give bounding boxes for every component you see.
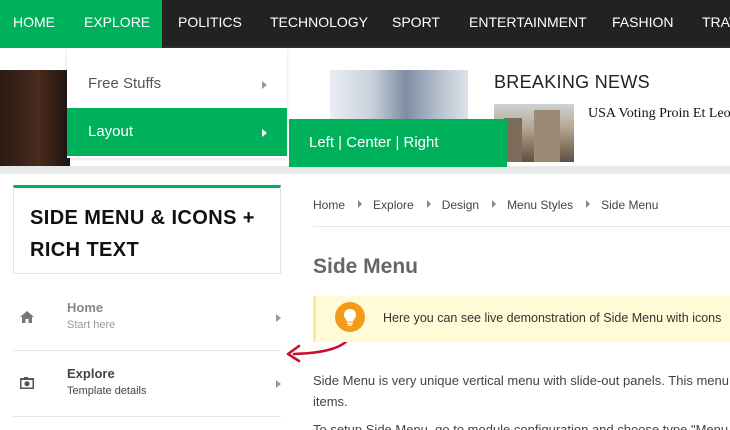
breaking-news-title: BREAKING NEWS xyxy=(494,72,650,92)
breadcrumb-divider xyxy=(313,226,730,227)
page: HOME EXPLORE POLITICS TECHNOLOGY SPORT E… xyxy=(0,0,730,430)
nav-item-sport[interactable]: SPORT xyxy=(392,0,440,48)
nav-item-politics[interactable]: POLITICS xyxy=(178,0,242,48)
notice-text: Here you can see live demonstration of S… xyxy=(383,311,722,325)
body-paragraph-cut: To setup Side Menu, go to module configu… xyxy=(313,422,729,430)
chevron-right-icon xyxy=(262,81,267,89)
nav-item-label: TRAV xyxy=(702,14,730,30)
top-navigation-bar: HOME EXPLORE POLITICS TECHNOLOGY SPORT E… xyxy=(0,0,730,48)
breadcrumb: Home Explore Design Menu Styles Side Menu xyxy=(313,198,658,212)
home-icon xyxy=(19,309,35,325)
nav-item-label: EXPLORE xyxy=(84,14,151,30)
camera-icon xyxy=(19,375,35,391)
chevron-right-icon xyxy=(262,129,267,137)
breadcrumb-separator-icon xyxy=(586,200,591,208)
nav-item-label: ENTERTAINMENT xyxy=(469,14,587,30)
notice-box: Here you can see live demonstration of S… xyxy=(313,296,730,342)
body-paragraph: Side Menu is very unique vertical menu w… xyxy=(313,370,730,412)
breadcrumb-item-home[interactable]: Home xyxy=(313,198,345,212)
breadcrumb-separator-icon xyxy=(492,200,497,208)
nav-item-fashion[interactable]: FASHION xyxy=(612,0,673,48)
nav-item-explore[interactable]: EXPLORE xyxy=(67,0,162,48)
breadcrumb-item-explore[interactable]: Explore xyxy=(373,198,414,212)
section-divider xyxy=(0,166,730,174)
chevron-right-icon xyxy=(276,380,281,388)
sidebar-item-subtitle: Template details xyxy=(67,385,147,397)
sidebar-title: SIDE MENU & ICONS + RICH TEXT xyxy=(30,207,255,261)
nav-item-label: FASHION xyxy=(612,14,674,30)
dropdown-item-label: Free Stuffs xyxy=(88,75,162,92)
nav-item-label: SPORT xyxy=(392,14,440,30)
nav-item-technology[interactable]: TECHNOLOGY xyxy=(270,0,368,48)
breadcrumb-separator-icon xyxy=(426,200,431,208)
breadcrumb-item-side-menu: Side Menu xyxy=(601,198,659,212)
submenu-item-left-center-right[interactable]: Left | Center | Right xyxy=(289,119,507,167)
nav-item-label: POLITICS xyxy=(178,14,242,30)
nav-item-home[interactable]: HOME xyxy=(0,0,67,48)
news-headline[interactable]: USA Voting Proin Et Leo Ut Enim Fringill… xyxy=(588,105,730,123)
sidebar-item-label: Home xyxy=(67,300,104,315)
page-title: Side Menu xyxy=(313,255,419,278)
explore-dropdown: Free Stuffs Layout xyxy=(67,48,287,158)
sidebar-title-box: SIDE MENU & ICONS + RICH TEXT xyxy=(13,185,281,274)
lightbulb-icon xyxy=(335,302,365,332)
nav-item-entertainment[interactable]: ENTERTAINMENT xyxy=(469,0,587,48)
sidebar-item-subtitle: Start here xyxy=(67,319,116,331)
breadcrumb-item-menu-styles[interactable]: Menu Styles xyxy=(507,198,573,212)
nav-item-travel[interactable]: TRAV xyxy=(702,0,730,48)
sidebar-item-label: Explore xyxy=(67,366,115,381)
sidebar-item-home[interactable]: Home Start here xyxy=(13,285,281,351)
body-line: Side Menu is very unique vertical menu w… xyxy=(313,373,729,388)
body-line: items. xyxy=(313,394,348,409)
dropdown-item-layout[interactable]: Layout xyxy=(67,108,287,156)
hero-image-left[interactable] xyxy=(0,70,70,166)
sidebar-item-explore[interactable]: Explore Template details xyxy=(13,351,281,417)
chevron-right-icon xyxy=(276,314,281,322)
breadcrumb-item-design[interactable]: Design xyxy=(442,198,479,212)
nav-item-label: TECHNOLOGY xyxy=(270,14,369,30)
dropdown-item-free-stuffs[interactable]: Free Stuffs xyxy=(67,60,287,108)
dropdown-item-label: Layout xyxy=(88,123,134,140)
nav-item-label: HOME xyxy=(13,14,55,30)
breadcrumb-separator-icon xyxy=(358,200,363,208)
